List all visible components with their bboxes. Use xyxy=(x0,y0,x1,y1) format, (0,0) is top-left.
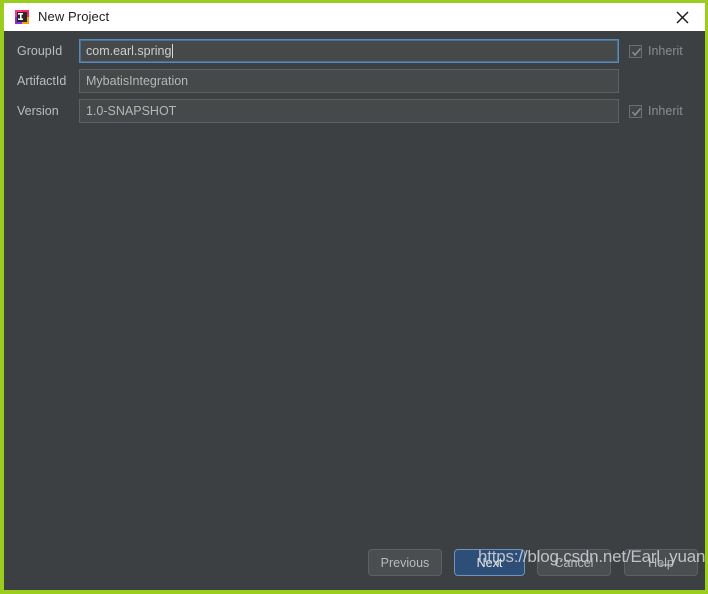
form-row-version: Version 1.0-SNAPSHOT Inherit xyxy=(4,99,705,123)
version-label: Version xyxy=(17,103,59,118)
inherit-label: Inherit xyxy=(648,103,683,118)
previous-button[interactable]: Previous xyxy=(368,549,442,576)
check-icon xyxy=(631,47,642,56)
artifactid-value: MybatisIntegration xyxy=(86,74,189,88)
checkbox-box xyxy=(629,104,642,118)
help-button[interactable]: Help xyxy=(624,549,698,576)
cancel-button[interactable]: Cancel xyxy=(537,549,611,576)
version-input[interactable]: 1.0-SNAPSHOT xyxy=(79,99,619,123)
groupid-label: GroupId xyxy=(17,43,63,58)
close-icon[interactable] xyxy=(659,3,705,31)
artifactid-label: ArtifactId xyxy=(17,73,67,88)
form-row-artifactid: ArtifactId MybatisIntegration Inherit xyxy=(4,69,705,93)
maven-coordinates-form: GroupId com.earl.spring Inherit Artifact… xyxy=(4,39,705,129)
dialog-content: GroupId com.earl.spring Inherit Artifact… xyxy=(4,31,705,590)
groupid-input[interactable]: com.earl.spring xyxy=(79,39,619,63)
artifactid-input[interactable]: MybatisIntegration xyxy=(79,69,619,93)
intellij-idea-icon xyxy=(14,9,30,25)
next-button[interactable]: Next xyxy=(454,549,525,576)
check-icon xyxy=(631,107,642,116)
inherit-label: Inherit xyxy=(648,43,683,58)
title-bar: New Project xyxy=(4,0,705,31)
form-row-groupid: GroupId com.earl.spring Inherit xyxy=(4,39,705,63)
version-value: 1.0-SNAPSHOT xyxy=(86,104,177,118)
dialog-footer: Previous Next Cancel Help https://blog.c… xyxy=(4,547,705,579)
groupid-inherit-checkbox[interactable]: Inherit xyxy=(629,43,683,58)
version-inherit-checkbox[interactable]: Inherit xyxy=(629,103,683,118)
new-project-dialog: New Project GroupId com.earl.spring Inhe… xyxy=(0,0,708,594)
text-caret xyxy=(172,44,174,58)
window-title: New Project xyxy=(38,9,110,24)
groupid-value: com.earl.spring xyxy=(86,44,172,58)
checkbox-box xyxy=(629,44,642,58)
